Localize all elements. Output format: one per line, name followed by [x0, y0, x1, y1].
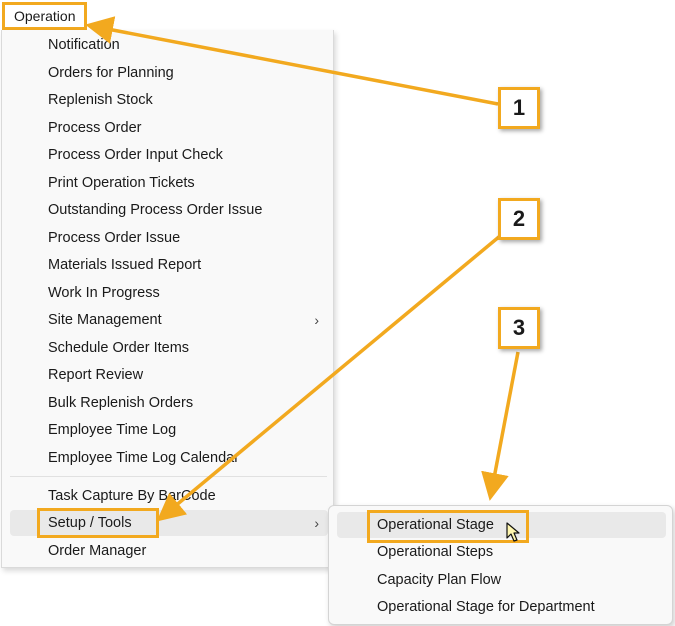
- menu-item-process-order-issue[interactable]: Process Order Issue: [48, 227, 180, 249]
- menu-item-order-manager[interactable]: Order Manager: [48, 540, 146, 562]
- setup-tools-highlight-box: [37, 508, 159, 538]
- menu-item-notification[interactable]: Notification: [48, 34, 120, 56]
- menu-item-employee-time-log[interactable]: Employee Time Log: [48, 419, 176, 441]
- menu-item-schedule-order-items[interactable]: Schedule Order Items: [48, 337, 189, 359]
- callout-3: 3: [498, 307, 540, 349]
- operational-stage-highlight-box: [367, 510, 529, 543]
- menu-item-task-capture-by-barcode[interactable]: Task Capture By BarCode: [48, 485, 216, 507]
- submenu-item-operational-stage-for-department[interactable]: Operational Stage for Department: [377, 596, 595, 618]
- operation-dropdown-menu: Notification Orders for Planning Repleni…: [1, 30, 334, 568]
- menu-item-employee-time-log-calendar[interactable]: Employee Time Log Calendar: [48, 447, 239, 469]
- menu-item-process-order[interactable]: Process Order: [48, 117, 141, 139]
- submenu-item-capacity-plan-flow[interactable]: Capacity Plan Flow: [377, 569, 501, 591]
- menu-item-process-order-input-check[interactable]: Process Order Input Check: [48, 144, 223, 166]
- menu-item-orders-for-planning[interactable]: Orders for Planning: [48, 62, 174, 84]
- callout-2: 2: [498, 198, 540, 240]
- operation-menu-label: Operation: [14, 8, 76, 24]
- callout-3-arrow: [481, 351, 520, 501]
- submenu-item-operational-steps[interactable]: Operational Steps: [377, 541, 493, 563]
- setup-tools-submenu: Operational Stage Operational Steps Capa…: [328, 505, 673, 625]
- operation-menu-title[interactable]: Operation: [2, 2, 88, 30]
- menu-item-site-management-label: Site Management: [48, 312, 162, 328]
- menu-item-work-in-progress[interactable]: Work In Progress: [48, 282, 160, 304]
- menu-item-print-operation-tickets[interactable]: Print Operation Tickets: [48, 172, 195, 194]
- menu-item-report-review[interactable]: Report Review: [48, 364, 143, 386]
- menu-item-bulk-replenish-orders[interactable]: Bulk Replenish Orders: [48, 392, 193, 414]
- menu-item-replenish-stock[interactable]: Replenish Stock: [48, 89, 153, 111]
- menu-separator: [10, 476, 327, 477]
- callout-1: 1: [498, 87, 540, 129]
- menu-item-materials-issued-report[interactable]: Materials Issued Report: [48, 254, 201, 276]
- menu-item-outstanding-process-order-issue[interactable]: Outstanding Process Order Issue: [48, 199, 262, 221]
- chevron-right-icon: ›: [314, 515, 319, 531]
- chevron-right-icon: ›: [314, 312, 319, 328]
- mouse-cursor-icon: [506, 522, 520, 542]
- menu-item-site-management[interactable]: Site Management: [48, 309, 324, 331]
